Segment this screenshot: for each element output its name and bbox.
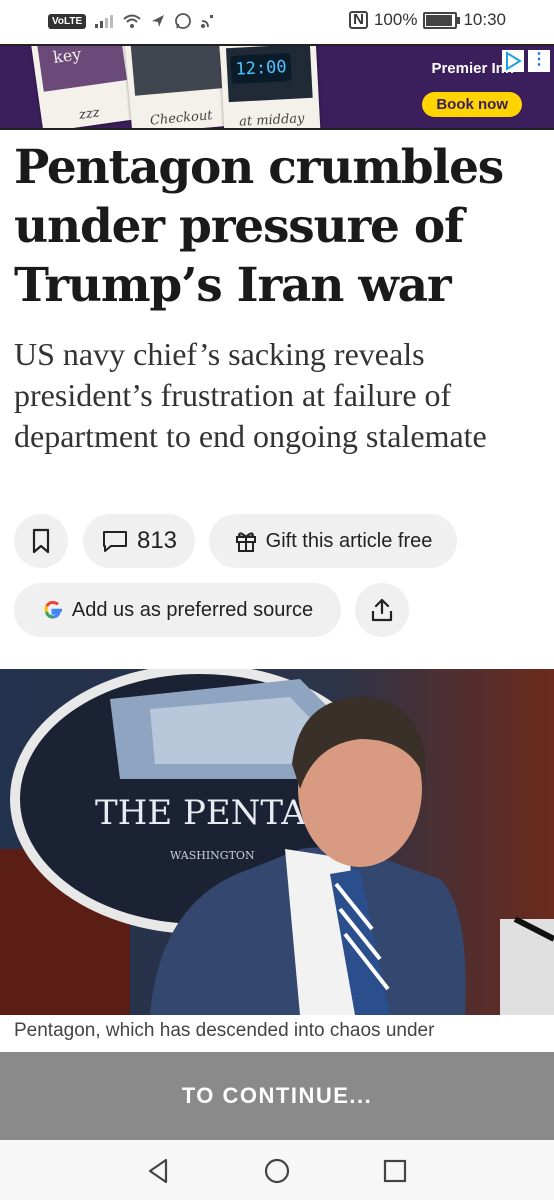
ad-banner[interactable]: key zzz Checkout 12:00 at midday Premier… bbox=[0, 44, 554, 130]
system-nav-bar bbox=[0, 1140, 554, 1200]
google-icon bbox=[44, 600, 62, 619]
status-bar: VoLTE N 100% 10:30 bbox=[0, 0, 554, 44]
article-standfirst: US navy chief’s sacking reveals presiden… bbox=[14, 336, 487, 454]
ad-photo-3: 12:00 at midday bbox=[219, 46, 321, 130]
volte-badge: VoLTE bbox=[48, 13, 87, 29]
ad-caption-1: zzz bbox=[78, 105, 101, 123]
comment-count: 813 bbox=[136, 527, 178, 554]
home-icon[interactable] bbox=[262, 1156, 292, 1186]
preferred-source-button[interactable]: Add us as preferred source bbox=[14, 583, 341, 637]
ad-book-now-button[interactable]: Book now bbox=[422, 92, 522, 117]
comments-button[interactable]: 813 bbox=[83, 514, 195, 568]
ad-clock: 12:00 bbox=[230, 52, 292, 84]
bookmark-button[interactable] bbox=[14, 514, 68, 568]
wifi-icon bbox=[123, 14, 141, 28]
battery-icon bbox=[423, 11, 461, 29]
article-headline: Pentagon crumbles under pressure of Trum… bbox=[14, 140, 504, 313]
battery-percent: 100% bbox=[373, 10, 418, 29]
photo-caption: Pentagon, which has descended into chaos… bbox=[14, 1020, 435, 1041]
recents-icon[interactable] bbox=[380, 1156, 410, 1186]
gift-label: Gift this article free bbox=[265, 529, 433, 552]
back-icon[interactable] bbox=[144, 1156, 174, 1186]
signal-icon bbox=[95, 15, 114, 28]
gift-icon bbox=[235, 532, 256, 552]
bookmark-icon bbox=[32, 528, 50, 554]
continue-banner[interactable]: TO CONTINUE... bbox=[0, 1052, 554, 1140]
preferred-source-label: Add us as preferred source bbox=[71, 598, 314, 621]
adchoices-icon[interactable] bbox=[502, 50, 524, 72]
location-icon bbox=[152, 15, 165, 27]
ad-menu-icon[interactable]: ⋮ bbox=[528, 50, 550, 72]
share-button[interactable] bbox=[355, 583, 409, 637]
ad-caption-2: Checkout bbox=[149, 108, 214, 129]
article-photo: THE PENTAGON WASHINGTON bbox=[0, 669, 554, 1015]
share-icon bbox=[371, 598, 393, 622]
clock-time: 10:30 bbox=[463, 10, 506, 29]
cast-icon bbox=[201, 15, 214, 28]
ad-key-text: key bbox=[51, 44, 83, 68]
photo-sign-subtext: WASHINGTON bbox=[170, 849, 255, 862]
gift-article-button[interactable]: Gift this article free bbox=[209, 514, 457, 568]
status-right: N 100% 10:30 bbox=[349, 10, 506, 30]
comment-icon bbox=[102, 531, 127, 552]
continue-label: TO CONTINUE... bbox=[181, 1083, 373, 1108]
whatsapp-icon bbox=[175, 13, 192, 29]
status-left: VoLTE bbox=[48, 12, 216, 30]
nfc-icon: N bbox=[349, 11, 368, 29]
ad-photo-1: key zzz bbox=[29, 44, 139, 128]
ad-caption-3: at midday bbox=[238, 111, 305, 130]
ad-photo-2: Checkout bbox=[123, 46, 233, 129]
